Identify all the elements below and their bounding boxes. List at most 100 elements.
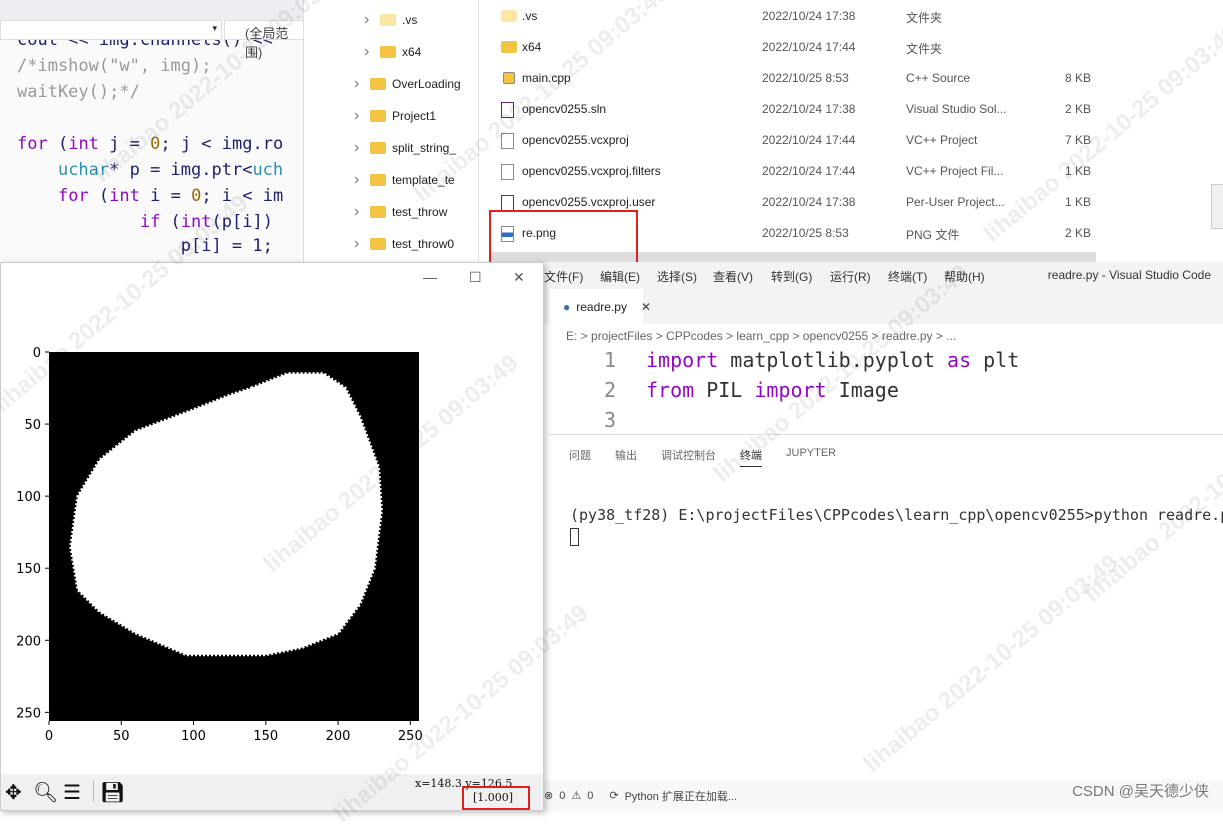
zoom-icon[interactable]: 🔍︎: [33, 780, 58, 805]
folder-icon: [501, 10, 517, 22]
tree-item[interactable]: › Project1: [354, 106, 436, 126]
save-icon[interactable]: 💾︎: [100, 780, 125, 805]
code-line: if (int(p[i]): [139, 212, 273, 232]
menu-item[interactable]: 运行(R): [830, 268, 871, 285]
window-title: readre.py - Visual Studio Code: [1047, 268, 1211, 282]
panel-tab[interactable]: 问题: [569, 447, 591, 463]
user-file-icon: [501, 195, 514, 211]
tree-item[interactable]: › OverLoading: [354, 74, 461, 94]
file-size: 1 KB: [1065, 195, 1092, 209]
python-icon: ●: [563, 299, 571, 314]
terminal-output[interactable]: (py38_tf28) E:\projectFiles\CPPcodes\lea…: [570, 506, 1223, 524]
chevron-right-icon[interactable]: ›: [354, 75, 364, 93]
file-size: 2 KB: [1065, 102, 1092, 116]
tree-item-label: template_te: [392, 173, 455, 187]
chevron-right-icon[interactable]: ›: [354, 139, 364, 157]
chevron-right-icon[interactable]: ›: [354, 203, 364, 221]
warning-count[interactable]: 0: [587, 790, 593, 802]
code-token: import: [646, 348, 719, 372]
tree-item[interactable]: › split_string_: [354, 138, 456, 158]
file-date: 2022/10/24 17:38: [762, 102, 856, 116]
error-count[interactable]: 0: [559, 790, 565, 802]
image-axes[interactable]: 0 50 100 150 200 250 0 50 100 150 200 250: [1, 263, 543, 773]
close-icon[interactable]: ✕: [641, 300, 651, 314]
panel-tab[interactable]: 终端: [740, 447, 762, 467]
file-row[interactable]: x64 2022/10/24 17:44 文件夹: [479, 35, 1099, 59]
chevron-right-icon[interactable]: ›: [354, 235, 364, 253]
configure-subplots-icon[interactable]: ☰: [63, 780, 81, 805]
tree-item[interactable]: › .vs: [364, 10, 417, 30]
panel-tab[interactable]: 输出: [615, 447, 637, 463]
menu-item[interactable]: 查看(V): [713, 268, 753, 285]
tree-item-label: OverLoading: [392, 77, 461, 91]
chevron-right-icon[interactable]: ›: [364, 11, 374, 29]
tree-item-label: split_string_: [392, 141, 457, 155]
y-tick-label: 200: [16, 634, 41, 649]
x-tick-label: 50: [113, 729, 130, 744]
code-line[interactable]: from PIL import Image: [646, 378, 899, 402]
warning-icon[interactable]: ⚠: [571, 789, 581, 802]
file-type: VC++ Project Fil...: [906, 164, 1004, 178]
python-status[interactable]: Python 扩展正在加载...: [625, 788, 737, 804]
file-name: opencv0255.sln: [522, 102, 607, 116]
scope-dropdown[interactable]: (全局范围): [224, 20, 303, 60]
tree-item[interactable]: › x64: [364, 42, 421, 62]
file-row[interactable]: opencv0255.vcxproj 2022/10/24 17:44 VC++ P…: [479, 128, 1099, 152]
panel-divider: [549, 434, 1223, 435]
file-date: 2022/10/25 8:53: [762, 226, 849, 240]
folder-icon: [380, 46, 396, 58]
file-type: PNG 文件: [906, 228, 960, 242]
tab-readre[interactable]: ● readre.py ✕: [549, 289, 651, 324]
code-token: PIL: [694, 378, 755, 402]
y-tick-label: 100: [16, 490, 41, 505]
scrollbar[interactable]: [1211, 184, 1223, 229]
code-line: waitKey();*/: [17, 82, 140, 102]
tree-item[interactable]: › test_throw: [354, 202, 447, 222]
file-date: 2022/10/25 8:53: [762, 71, 849, 85]
code-token: Image: [826, 378, 899, 402]
code-line[interactable]: import matplotlib.pyplot as plt: [646, 348, 1019, 372]
tree-item-label: Project1: [392, 109, 437, 123]
file-name: main.cpp: [522, 71, 571, 85]
file-name: x64: [522, 40, 542, 54]
chevron-right-icon[interactable]: ›: [354, 107, 364, 125]
file-date: 2022/10/24 17:38: [762, 195, 856, 209]
member-dropdown[interactable]: ▾: [0, 20, 222, 40]
file-type: Visual Studio Sol...: [906, 102, 1007, 116]
file-type: Per-User Project...: [906, 195, 1005, 209]
visual-studio-editor: ▾ (全局范围) cout << img.channels() << /*ims…: [0, 0, 303, 262]
file-type: 文件夹: [906, 42, 943, 56]
y-tick-label: 150: [16, 562, 41, 577]
folder-icon: [370, 238, 386, 250]
tree-item[interactable]: › template_te: [354, 170, 455, 190]
highlight-box: [462, 786, 530, 810]
sln-file-icon: [501, 102, 514, 118]
breadcrumb[interactable]: E: > projectFiles > CPPcodes > learn_cpp…: [566, 329, 956, 343]
tree-item-label: test_throw0: [392, 237, 455, 251]
chevron-right-icon[interactable]: ›: [364, 43, 374, 61]
file-row[interactable]: .vs 2022/10/24 17:38 文件夹: [479, 4, 1099, 28]
file-icon: [501, 164, 514, 180]
file-row[interactable]: main.cpp 2022/10/25 8:53 C++ Source 8 KB: [479, 66, 1099, 90]
file-date: 2022/10/24 17:44: [762, 133, 856, 147]
file-type: C++ Source: [906, 71, 971, 85]
menu-item[interactable]: 选择(S): [657, 268, 697, 285]
panel-tab[interactable]: 调试控制台: [661, 447, 716, 463]
panel-tab[interactable]: JUPYTER: [786, 447, 836, 459]
folder-icon: [370, 174, 386, 186]
code-token: from: [646, 378, 695, 402]
menu-item[interactable]: 帮助(H): [944, 268, 985, 285]
file-name: .vs: [522, 9, 538, 23]
tab-label: readre.py: [576, 299, 627, 314]
menu-item[interactable]: 终端(T): [888, 268, 927, 285]
file-row[interactable]: opencv0255.sln 2022/10/24 17:38 Visual Stu…: [479, 97, 1099, 121]
menu-item[interactable]: 文件(F): [544, 268, 583, 285]
pan-icon[interactable]: ✥: [5, 780, 22, 805]
chevron-right-icon[interactable]: ›: [354, 171, 364, 189]
x-tick-label: 200: [326, 729, 351, 744]
menu-item[interactable]: 编辑(E): [600, 268, 640, 285]
menu-item[interactable]: 转到(G): [771, 268, 812, 285]
error-icon[interactable]: ⊗: [544, 789, 553, 802]
tree-item[interactable]: › test_throw0: [354, 234, 454, 254]
file-row[interactable]: opencv0255.vcxproj.filters 2022/10/24 17:…: [479, 159, 1099, 183]
